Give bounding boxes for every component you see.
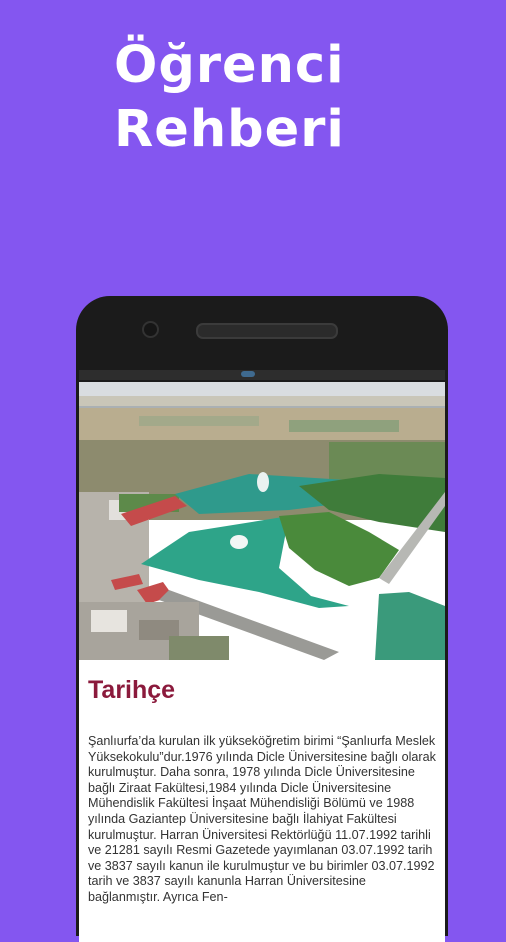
section-body-text: Şanlıurfa’da kurulan ilk yükseköğretim b… — [88, 734, 436, 904]
section-title: Tarihçe — [88, 676, 176, 704]
headline-line-1: Öğrenci — [114, 36, 345, 95]
phone-mockup: Tarihçe Şanlıurfa’da kurulan ilk yüksekö… — [76, 296, 448, 942]
status-bar — [79, 370, 445, 380]
app-screen: Tarihçe Şanlıurfa’da kurulan ilk yüksekö… — [79, 382, 445, 942]
headline: Öğrenci Rehberi — [114, 34, 345, 162]
campus-aerial-image — [79, 382, 445, 660]
phone-speaker — [196, 323, 338, 339]
headline-line-2: Rehberi — [114, 100, 345, 159]
status-indicator-icon — [241, 371, 255, 377]
front-camera — [142, 321, 159, 338]
